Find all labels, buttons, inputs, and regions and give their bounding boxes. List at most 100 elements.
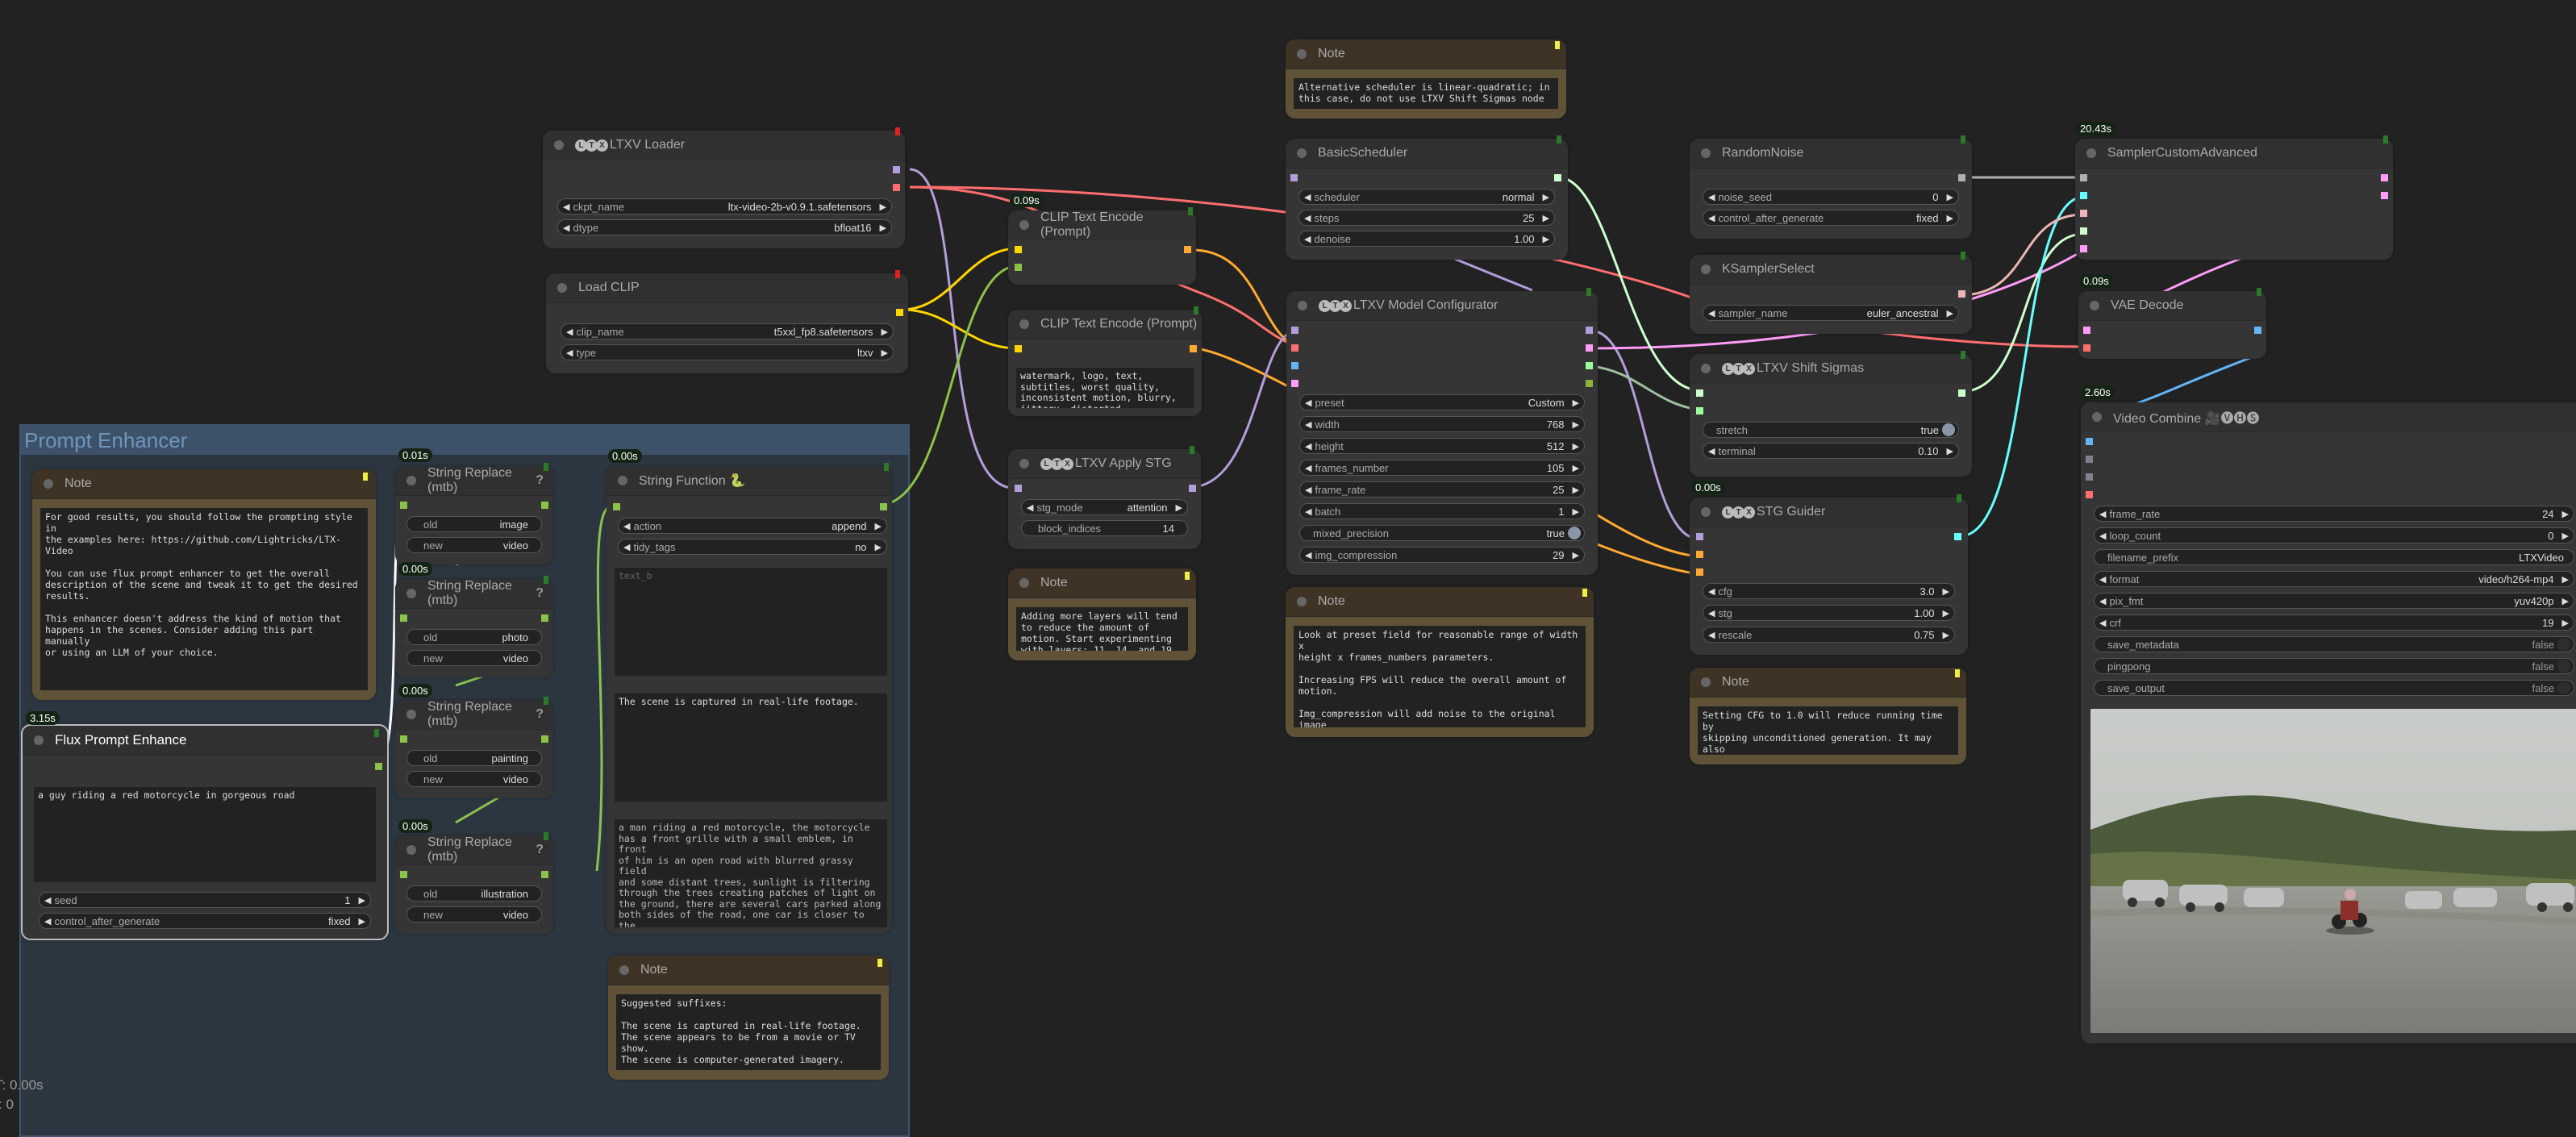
load-clip-node[interactable]: Load CLIP ◀ clip_name t5xxl_fp8.safetensor… <box>546 270 908 373</box>
old-field[interactable]: old illustration <box>406 885 542 902</box>
output-slot-output[interactable] <box>2381 174 2388 181</box>
width-widget[interactable]: ◀ width 768 ▶ <box>1299 416 1585 432</box>
new-field[interactable]: new video <box>406 537 542 553</box>
input-slot-model[interactable] <box>1291 327 1298 334</box>
video-preview[interactable] <box>2090 709 2576 1033</box>
decrement-arrow-icon[interactable]: ◀ <box>566 348 573 358</box>
output-text-preview[interactable]: a man riding a red motorcycle, the motor… <box>615 819 887 927</box>
output-slot-string[interactable] <box>880 503 887 510</box>
note-cfg-node[interactable]: Note Setting CFG to 1.0 will reduce runn… <box>1690 668 1966 764</box>
decrement-arrow-icon[interactable]: ◀ <box>44 895 51 906</box>
output-slot-model[interactable] <box>893 166 900 173</box>
denoise-widget[interactable]: ◀ denoise 1.00 ▶ <box>1298 231 1555 247</box>
toggle-knob-icon[interactable] <box>2557 681 2570 694</box>
decrement-arrow-icon[interactable]: ◀ <box>566 327 573 337</box>
format-widget[interactable]: ◀ format video/h264-mp4 ▶ <box>2094 571 2574 587</box>
decrement-arrow-icon[interactable]: ◀ <box>2099 596 2106 606</box>
control-after-generate-widget[interactable]: ◀ control_after_generate fixed ▶ <box>39 913 371 929</box>
clip-text-encode-positive-node[interactable]: CLIP Text Encode (Prompt) <box>1008 207 1196 285</box>
collapse-dot-icon[interactable] <box>619 965 629 975</box>
note-suffixes-node[interactable]: Note Suggested suffixes: The scene is ca… <box>608 956 889 1080</box>
collapse-dot-icon[interactable] <box>1297 148 1307 158</box>
increment-arrow-icon[interactable]: ▶ <box>1543 234 1549 244</box>
terminal-widget[interactable]: ◀ terminal 0.10 ▶ <box>1703 443 1959 459</box>
input-slot-images[interactable] <box>2086 438 2093 445</box>
input-slot-clip[interactable] <box>1015 246 1022 253</box>
string-function-node[interactable]: String Function 🐍 ◀ action append ▶ ◀ tidy_t… <box>606 463 892 934</box>
frame-rate-widget[interactable]: ◀ frame_rate 24 ▶ <box>2094 506 2574 522</box>
increment-arrow-icon[interactable]: ▶ <box>875 542 882 552</box>
stg-widget[interactable]: ◀ stg 1.00 ▶ <box>1703 605 1955 621</box>
collapse-dot-icon[interactable] <box>2092 412 2102 422</box>
dtype-widget[interactable]: ◀ dtype bfloat16 ▶ <box>557 219 892 235</box>
input-slot-latent[interactable] <box>2080 245 2087 252</box>
collapse-dot-icon[interactable] <box>1701 148 1711 158</box>
input-slot-sigma-shift[interactable] <box>1696 407 1703 414</box>
output-slot-noise[interactable] <box>1958 174 1965 181</box>
output-slot-denoised[interactable] <box>2381 192 2388 199</box>
increment-arrow-icon[interactable]: ▶ <box>875 521 882 531</box>
increment-arrow-icon[interactable]: ▶ <box>2562 596 2569 606</box>
collapse-dot-icon[interactable] <box>1019 319 1029 329</box>
decrement-arrow-icon[interactable]: ◀ <box>1304 234 1311 244</box>
pix-fmt-widget[interactable]: ◀ pix_fmt yuv420p ▶ <box>2094 593 2574 609</box>
text-b-input[interactable]: text_b <box>615 568 887 676</box>
input-slot-string[interactable] <box>400 871 407 878</box>
collapse-dot-icon[interactable] <box>2090 301 2099 310</box>
cfg-widget[interactable]: ◀ cfg 3.0 ▶ <box>1703 583 1955 599</box>
vae-decode-node[interactable]: VAE Decode <box>2078 288 2266 359</box>
new-field[interactable]: new video <box>406 771 542 787</box>
output-slot-vae[interactable] <box>893 184 900 191</box>
noise-seed-widget[interactable]: ◀ noise_seed 0 ▶ <box>1703 189 1959 205</box>
note-config-node[interactable]: Note Look at preset field for reasonable… <box>1286 587 1594 737</box>
collapse-dot-icon[interactable] <box>1019 220 1029 230</box>
decrement-arrow-icon[interactable]: ◀ <box>1708 446 1715 456</box>
basic-scheduler-node[interactable]: BasicScheduler ◀ scheduler normal ▶ ◀ steps 2… <box>1286 135 1568 260</box>
output-slot-model[interactable] <box>1586 327 1593 334</box>
increment-arrow-icon[interactable]: ▶ <box>882 348 888 358</box>
input-slot-sigmas[interactable] <box>2080 227 2087 235</box>
collapse-dot-icon[interactable] <box>406 845 416 855</box>
pingpong-toggle[interactable]: pingpong false <box>2094 658 2574 674</box>
decrement-arrow-icon[interactable]: ◀ <box>1027 502 1033 513</box>
increment-arrow-icon[interactable]: ▶ <box>1947 308 1953 319</box>
increment-arrow-icon[interactable]: ▶ <box>1573 506 1579 517</box>
clip-text-encode-negative-node[interactable]: CLIP Text Encode (Prompt) watermark, log… <box>1008 306 1202 416</box>
stretch-toggle[interactable]: stretch true <box>1703 422 1959 438</box>
increment-arrow-icon[interactable]: ▶ <box>2562 531 2569 541</box>
input-slot-vae[interactable] <box>1291 344 1298 352</box>
input-slot-latent[interactable] <box>1291 380 1298 387</box>
random-noise-node[interactable]: RandomNoise ◀ noise_seed 0 ▶ ◀ control_after… <box>1690 135 1972 239</box>
output-slot-latent[interactable] <box>1586 344 1593 352</box>
old-field[interactable]: old image <box>406 516 542 532</box>
string-replace-node-2[interactable]: String Replace (mtb)? old photo new video <box>395 576 553 677</box>
collapse-dot-icon[interactable] <box>1298 301 1307 310</box>
increment-arrow-icon[interactable]: ▶ <box>1573 441 1579 452</box>
increment-arrow-icon[interactable]: ▶ <box>1943 608 1949 618</box>
collapse-dot-icon[interactable] <box>34 735 44 745</box>
frames-number-widget[interactable]: ◀ frames_number 105 ▶ <box>1299 460 1585 476</box>
save-metadata-toggle[interactable]: save_metadata false <box>2094 636 2574 652</box>
output-slot-sigmas[interactable] <box>1554 174 1561 181</box>
decrement-arrow-icon[interactable]: ◀ <box>44 916 51 927</box>
ltxv-apply-stg-node[interactable]: L T X LTXV Apply STG ◀ stg_mode attention ▶ bl… <box>1008 446 1201 549</box>
increment-arrow-icon[interactable]: ▶ <box>359 916 365 927</box>
old-field[interactable]: old painting <box>406 750 542 766</box>
note-text[interactable]: Alternative scheduler is linear-quadrati… <box>1294 78 1558 109</box>
collapse-dot-icon[interactable] <box>1297 597 1307 606</box>
output-slot-string[interactable] <box>375 763 382 770</box>
output-slot-sigmas[interactable] <box>1958 389 1965 397</box>
decrement-arrow-icon[interactable]: ◀ <box>1305 398 1311 408</box>
decrement-arrow-icon[interactable]: ◀ <box>623 521 630 531</box>
increment-arrow-icon[interactable]: ▶ <box>1573 485 1579 495</box>
collapse-dot-icon[interactable] <box>2086 148 2096 158</box>
toggle-knob-icon[interactable] <box>2557 660 2570 673</box>
decrement-arrow-icon[interactable]: ◀ <box>1708 192 1715 202</box>
increment-arrow-icon[interactable]: ▶ <box>1176 502 1182 513</box>
note-stg-node[interactable]: Note Adding more layers will tend to red… <box>1008 568 1196 660</box>
flux-prompt-enhance-node[interactable]: Flux Prompt Enhance a guy riding a red m… <box>21 724 389 940</box>
decrement-arrow-icon[interactable]: ◀ <box>1708 308 1715 319</box>
ltxv-loader-node[interactable]: L T X LTXV Loader ◀ ckpt_name ltx-video-2b-v0… <box>543 127 905 248</box>
type-widget[interactable]: ◀ type ltxv ▶ <box>561 344 894 360</box>
increment-arrow-icon[interactable]: ▶ <box>2562 509 2569 519</box>
